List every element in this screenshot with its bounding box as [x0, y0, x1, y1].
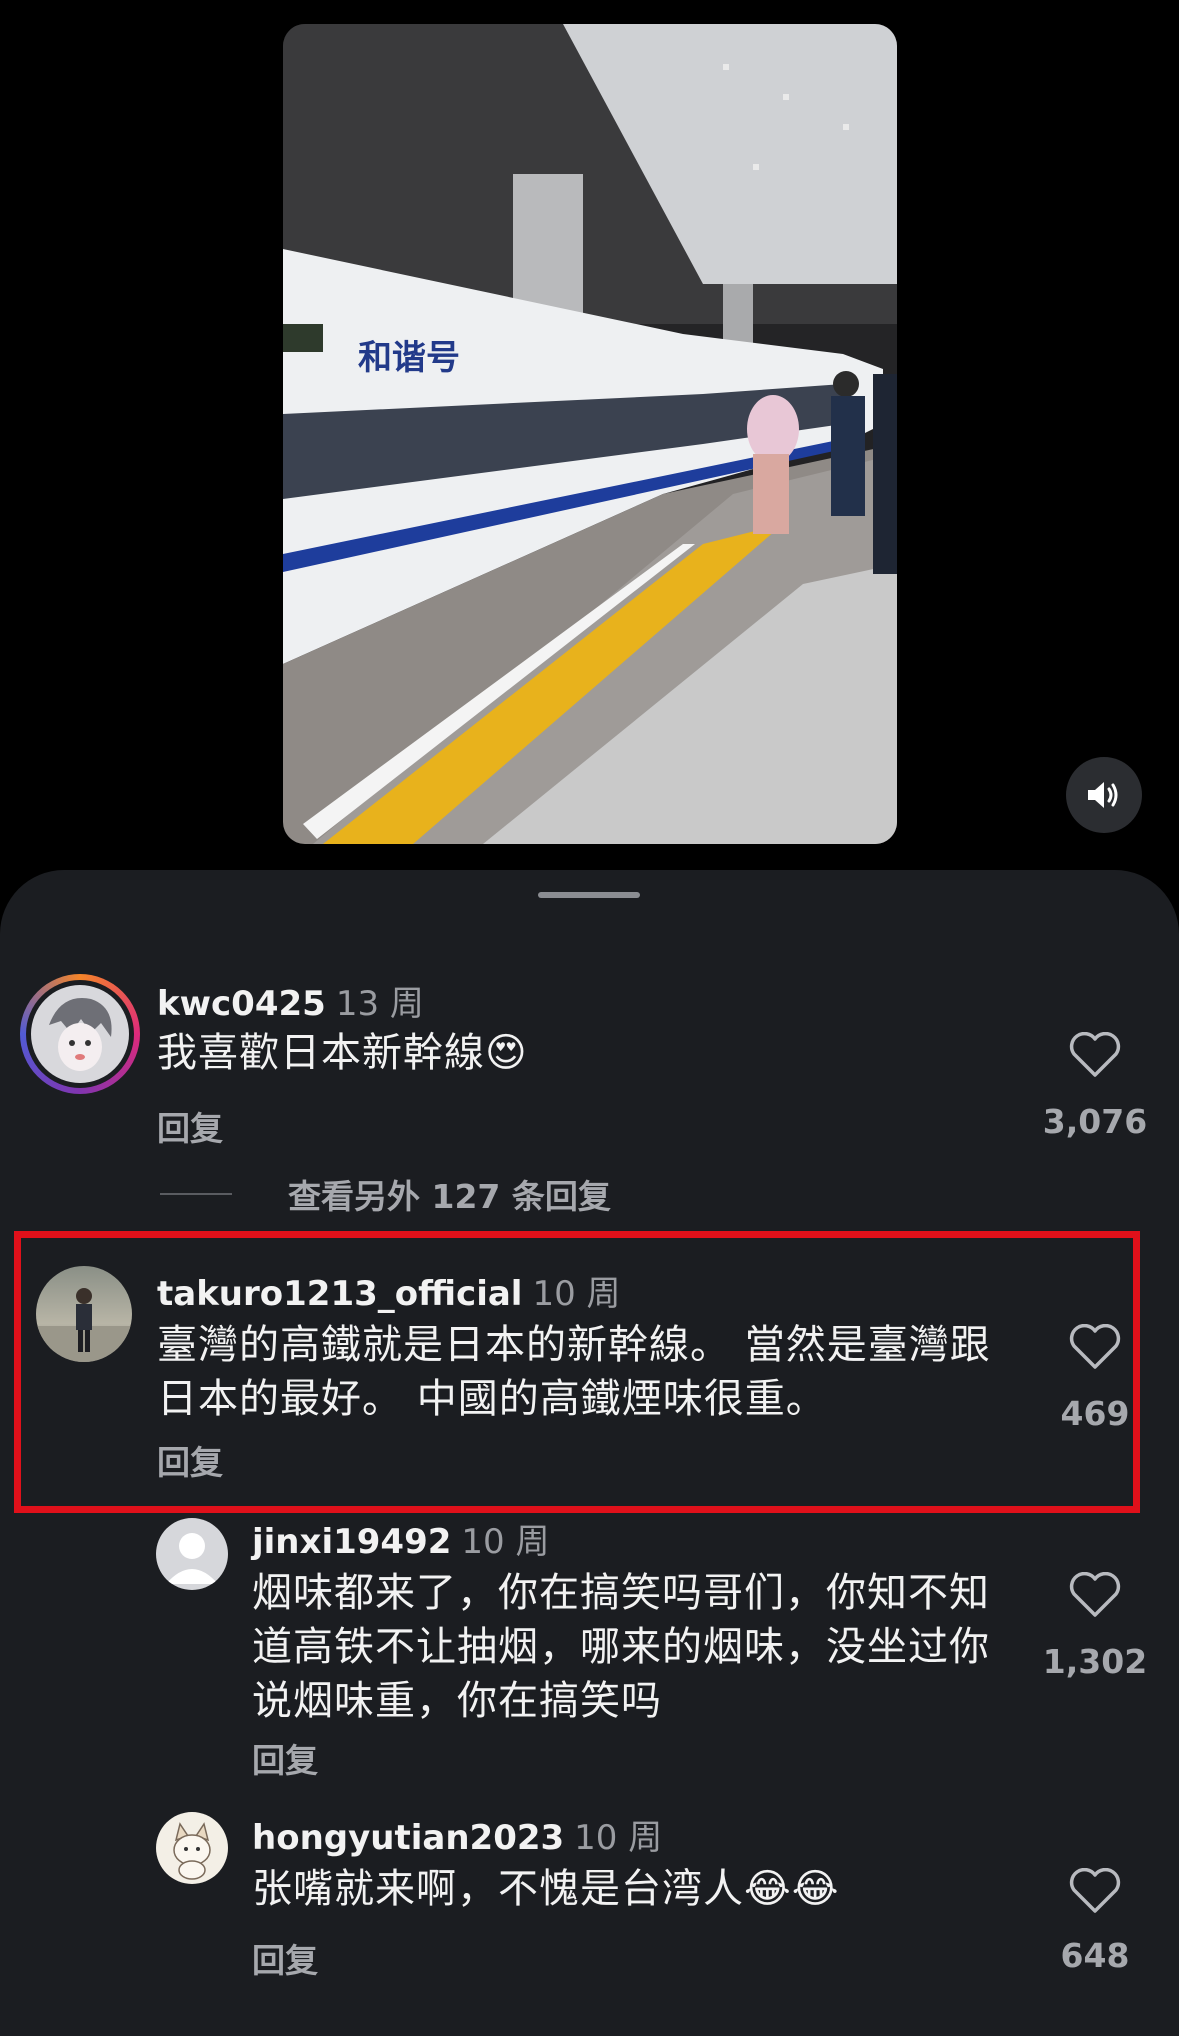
view-more-label: 查看另外 127 条回复	[288, 1177, 611, 1216]
comment-time: 13 周	[335, 984, 424, 1024]
comment-time: 10 周	[461, 1522, 550, 1562]
train-logo-text: 和谐号	[358, 338, 460, 378]
comment-username[interactable]: hongyutian2023	[252, 1818, 564, 1858]
divider-line	[160, 1193, 232, 1195]
screen: 和谐号 kwc0425 13 周 我喜歡日本新幹線😍 回复 3,076 查看另外…	[0, 0, 1179, 2036]
reply-button[interactable]: 回复	[252, 1934, 318, 1982]
avatar[interactable]	[156, 1518, 228, 1590]
speaker-icon	[1088, 782, 1118, 808]
view-more-replies[interactable]: 查看另外 127 条回复	[160, 1170, 611, 1218]
avatar[interactable]	[20, 974, 140, 1094]
comment-time: 10 周	[574, 1818, 663, 1858]
like-count: 3,076	[1042, 1102, 1148, 1141]
highlight-box	[14, 1231, 1140, 1513]
heart-icon[interactable]	[1069, 1868, 1121, 1914]
like-count: 1,302	[1042, 1642, 1148, 1681]
video-frame: 和谐号	[283, 24, 897, 844]
avatar[interactable]	[156, 1812, 228, 1884]
comment-text: 烟味都来了，你在搞笑吗哥们，你知不知 道高铁不让抽烟，哪来的烟味，没坐过你 说烟…	[252, 1570, 990, 1724]
sheet-drag-handle[interactable]	[538, 892, 640, 898]
comment-text: 张嘴就来啊，不愧是台湾人😂😂	[252, 1866, 840, 1912]
cat-avatar-icon	[173, 1822, 211, 1880]
default-user-icon	[166, 1533, 218, 1584]
reply-button[interactable]: 回复	[252, 1734, 318, 1782]
volume-button[interactable]	[1066, 757, 1142, 833]
comment-username[interactable]: kwc0425	[157, 984, 326, 1024]
heart-icon[interactable]	[1069, 1032, 1121, 1078]
like-count: 648	[1060, 1936, 1130, 1975]
comment-text: 我喜歡日本新幹線😍	[157, 1030, 528, 1076]
reply-button[interactable]: 回复	[157, 1102, 223, 1150]
video-player[interactable]: 和谐号	[283, 24, 897, 844]
anime-avatar-icon	[31, 985, 129, 1083]
comment-username[interactable]: jinxi19492	[252, 1522, 451, 1562]
heart-icon[interactable]	[1069, 1572, 1121, 1618]
